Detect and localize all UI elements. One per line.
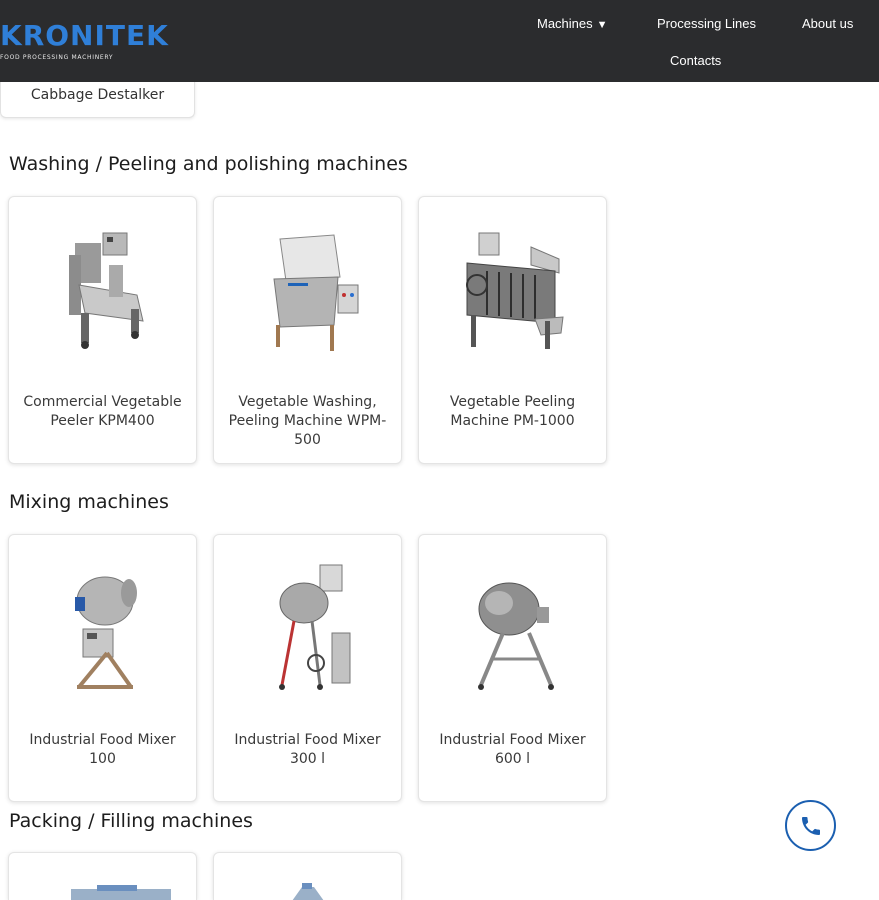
caret-down-icon: ▼ [596, 19, 608, 31]
packing-machine-image [71, 885, 171, 900]
washing-machine-image [273, 234, 359, 351]
nav-machines-label: Machines [537, 16, 593, 31]
nav-about-us[interactable]: About us [802, 16, 853, 31]
logo-text: KRONITEK [0, 19, 169, 52]
peeler-machine-image [69, 232, 144, 349]
product-card-label: Industrial Food Mixer 600 l [439, 732, 586, 767]
site-header: KRONITEK FOOD PROCESSING MACHINERY Machi… [0, 0, 879, 82]
nav-contacts[interactable]: Contacts [670, 53, 721, 68]
product-card-packing-1[interactable] [8, 852, 197, 900]
logo-subtitle: FOOD PROCESSING MACHINERY [0, 54, 114, 61]
product-card-mixer-600[interactable]: Industrial Food Mixer 600 l [418, 534, 607, 802]
mixer-300-image [279, 564, 351, 690]
nav-machines[interactable]: Machines ▼ [537, 16, 608, 31]
product-card-packing-2[interactable] [213, 852, 402, 900]
peeling-machine-image [466, 232, 564, 349]
section-title-mixing: Mixing machines [9, 491, 169, 513]
product-card-label: Industrial Food Mixer 300 l [234, 732, 381, 767]
product-card-pm1000[interactable]: Vegetable Peeling Machine PM-1000 [418, 196, 607, 464]
section-title-washing: Washing / Peeling and polishing machines [9, 153, 408, 175]
nav-processing-lines[interactable]: Processing Lines [657, 16, 756, 31]
product-card-label: Vegetable Peeling Machine PM-1000 [449, 394, 576, 429]
kronitek-logo[interactable]: KRONITEK FOOD PROCESSING MACHINERY [0, 20, 168, 64]
product-card-label: Vegetable Washing, Peeling Machine WPM-5… [228, 394, 387, 448]
phone-icon [802, 817, 820, 835]
product-card-mixer-100[interactable]: Industrial Food Mixer 100 [8, 534, 197, 802]
product-card-label: Cabbage Destalker [30, 87, 165, 103]
product-card-label: Industrial Food Mixer 100 [29, 732, 176, 767]
product-card-label: Commercial Vegetable Peeler KPM400 [23, 394, 182, 429]
section-title-packing: Packing / Filling machines [9, 810, 253, 832]
product-card-mixer-300[interactable]: Industrial Food Mixer 300 l [213, 534, 402, 802]
product-card-kpm400[interactable]: Commercial Vegetable Peeler KPM400 [8, 196, 197, 464]
call-button[interactable] [785, 800, 836, 851]
mixer-100-image [75, 576, 137, 689]
mixer-600-image [478, 582, 554, 690]
product-card-wpm500[interactable]: Vegetable Washing, Peeling Machine WPM-5… [213, 196, 402, 464]
filling-machine-image [292, 883, 324, 900]
